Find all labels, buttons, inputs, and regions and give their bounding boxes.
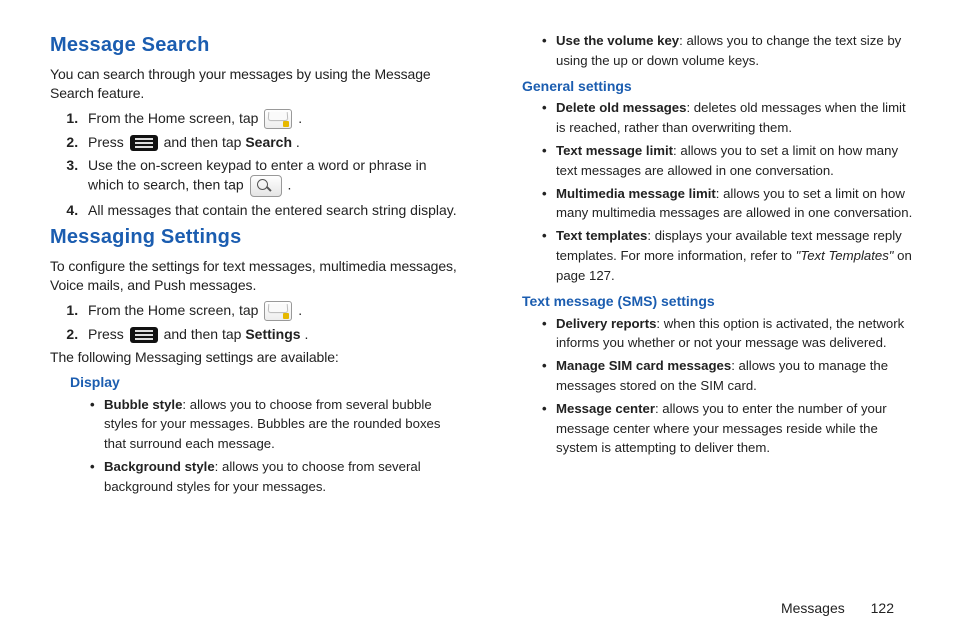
subheading-display: Display — [70, 373, 462, 392]
step-text: From the Home screen, tap — [88, 110, 262, 126]
footer-section: Messages — [781, 600, 845, 616]
step-3: Use the on-screen keypad to enter a word… — [82, 156, 462, 197]
list-item: Manage SIM card messages: allows you to … — [556, 356, 914, 396]
step-text: Press — [88, 134, 128, 150]
settings-label: Settings — [245, 326, 300, 342]
steps-message-search: From the Home screen, tap . Press and th… — [50, 109, 462, 220]
menu-key-icon — [130, 135, 158, 151]
text-templates-label: Text templates — [556, 228, 647, 243]
step-text: . — [287, 177, 291, 193]
step-1: From the Home screen, tap . — [82, 109, 462, 129]
step-4: All messages that contain the entered se… — [82, 201, 462, 220]
step-text: . — [298, 110, 302, 126]
step-text: . — [304, 326, 308, 342]
list-item: Delete old messages: deletes old message… — [556, 98, 914, 138]
menu-key-icon — [130, 327, 158, 343]
right-column: Use the volume key: allows you to change… — [482, 28, 914, 550]
search-button-icon — [250, 175, 282, 197]
left-column: Message Search You can search through yo… — [50, 28, 482, 550]
step-text: and then tap — [164, 134, 246, 150]
heading-message-search: Message Search — [50, 32, 462, 59]
step-2: Press and then tap Search . — [82, 133, 462, 152]
sms-settings-list: Delivery reports: when this option is ac… — [502, 314, 914, 459]
display-settings-list-cont: Use the volume key: allows you to change… — [502, 31, 914, 71]
step-2: Press and then tap Settings . — [82, 325, 462, 344]
display-settings-list: Bubble style: allows you to choose from … — [50, 395, 462, 497]
mms-limit-label: Multimedia message limit — [556, 186, 716, 201]
settings-available-text: The following Messaging settings are ava… — [50, 348, 462, 367]
step-text: and then tap — [164, 326, 246, 342]
subheading-sms-settings: Text message (SMS) settings — [522, 292, 914, 311]
text-limit-label: Text message limit — [556, 143, 673, 158]
list-item: Text message limit: allows you to set a … — [556, 141, 914, 181]
subheading-general-settings: General settings — [522, 77, 914, 96]
messaging-app-icon — [264, 109, 292, 129]
step-text: From the Home screen, tap — [88, 302, 262, 318]
general-settings-list: Delete old messages: deletes old message… — [502, 98, 914, 285]
list-item: Use the volume key: allows you to change… — [556, 31, 914, 71]
list-item: Background style: allows you to choose f… — [104, 457, 462, 497]
list-item: Text templates: displays your available … — [556, 226, 914, 285]
steps-messaging-settings: From the Home screen, tap . Press and th… — [50, 301, 462, 344]
page-footer: Messages 122 — [781, 600, 894, 616]
intro-message-search: You can search through your messages by … — [50, 65, 462, 103]
footer-page-number: 122 — [871, 600, 894, 616]
volume-key-label: Use the volume key — [556, 33, 679, 48]
heading-messaging-settings: Messaging Settings — [50, 224, 462, 251]
text-templates-ref: "Text Templates" — [796, 248, 894, 263]
background-style-label: Background style — [104, 459, 215, 474]
step-text: . — [298, 302, 302, 318]
messaging-app-icon — [264, 301, 292, 321]
list-item: Message center: allows you to enter the … — [556, 399, 914, 458]
list-item: Bubble style: allows you to choose from … — [104, 395, 462, 454]
step-1: From the Home screen, tap . — [82, 301, 462, 321]
intro-messaging-settings: To configure the settings for text messa… — [50, 257, 462, 295]
step-text: . — [296, 134, 300, 150]
step-text: Press — [88, 326, 128, 342]
list-item: Multimedia message limit: allows you to … — [556, 184, 914, 224]
delete-old-label: Delete old messages — [556, 100, 686, 115]
bubble-style-label: Bubble style — [104, 397, 182, 412]
delivery-reports-label: Delivery reports — [556, 316, 656, 331]
message-center-label: Message center — [556, 401, 655, 416]
list-item: Delivery reports: when this option is ac… — [556, 314, 914, 354]
manage-sim-label: Manage SIM card messages — [556, 358, 731, 373]
search-label: Search — [245, 134, 292, 150]
